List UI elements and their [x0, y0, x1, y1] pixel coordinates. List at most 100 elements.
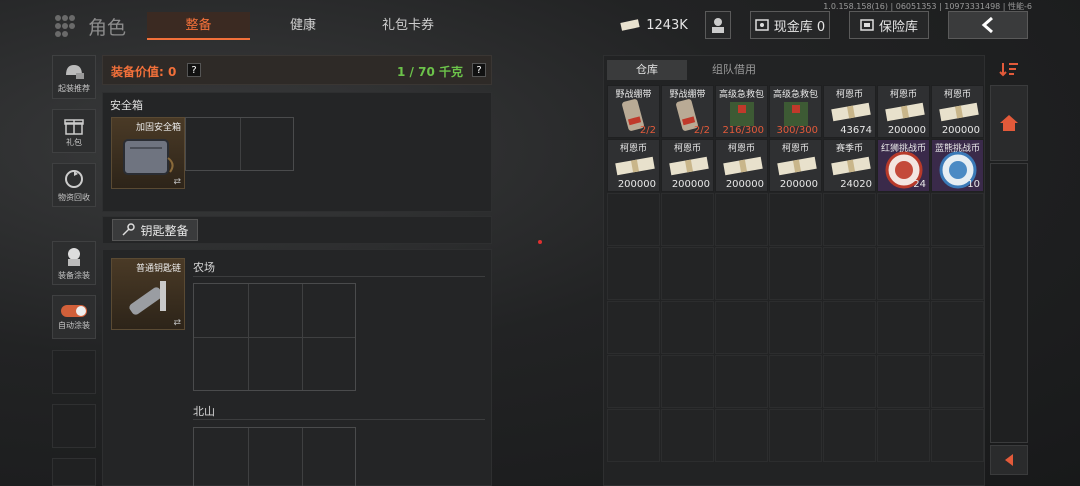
gear-helmet-icon [66, 64, 84, 79]
medkit-icon [730, 102, 754, 126]
weight-label: 1 / 70 千克 [397, 65, 463, 79]
safebox-item[interactable]: 加固安全箱 ⇄ [111, 117, 185, 189]
warehouse-item-name: 柯恩币 [727, 144, 755, 154]
keychain-panel: 普通钥匙链 ⇄ 农场 北山 [102, 249, 492, 486]
warehouse-item[interactable]: 柯恩币 200000 [769, 139, 822, 192]
warehouse-item-name: 柯恩币 [889, 90, 917, 100]
sidebar-item-gift[interactable]: 礼包 [52, 109, 96, 153]
warehouse-empty-slot[interactable] [931, 193, 984, 246]
warehouse-item[interactable]: 红狮挑战币 24 [877, 139, 930, 192]
tab-warehouse[interactable]: 仓库 [607, 60, 687, 80]
warehouse-item[interactable]: 蓝熊挑战币 10 [931, 139, 984, 192]
rail-empty [990, 163, 1028, 443]
warehouse-item[interactable]: 柯恩币 200000 [931, 85, 984, 138]
toggle-icon[interactable] [60, 304, 88, 318]
warehouse-empty-slot[interactable] [931, 301, 984, 354]
warehouse-empty-slot[interactable] [607, 193, 660, 246]
warehouse-item-count: 216/300 [722, 125, 764, 136]
swap-icon[interactable]: ⇄ [173, 177, 181, 187]
warehouse-empty-slot[interactable] [823, 247, 876, 300]
warehouse-empty-slot[interactable] [931, 409, 984, 462]
warehouse-item[interactable]: 高级急救包 300/300 [769, 85, 822, 138]
farm-key-slots[interactable] [193, 283, 356, 391]
warehouse-empty-slot[interactable] [715, 355, 768, 408]
sidebar-item-label: 物资回收 [58, 192, 90, 202]
keys-bar: 钥匙整备 [102, 216, 492, 244]
keychain-item[interactable]: 普通钥匙链 ⇄ [111, 258, 185, 330]
warehouse-empty-slot[interactable] [607, 301, 660, 354]
warehouse-empty-slot[interactable] [877, 247, 930, 300]
cash-stack-icon [777, 156, 817, 176]
warehouse-empty-slot[interactable] [661, 409, 714, 462]
currency-display: 1243K [618, 11, 690, 39]
warehouse-empty-slot[interactable] [877, 409, 930, 462]
swap-icon[interactable]: ⇄ [173, 318, 181, 328]
warehouse-empty-slot[interactable] [823, 301, 876, 354]
warehouse-empty-slot[interactable] [661, 247, 714, 300]
safebox-slot[interactable] [185, 117, 294, 171]
warehouse-empty-slot[interactable] [607, 355, 660, 408]
warehouse-item[interactable]: 柯恩币 43674 [823, 85, 876, 138]
warehouse-empty-slot[interactable] [715, 193, 768, 246]
warehouse-empty-slot[interactable] [823, 355, 876, 408]
safe-vault-button[interactable]: 保险库 [849, 11, 929, 39]
warehouse-empty-slot[interactable] [769, 247, 822, 300]
warehouse-empty-slot[interactable] [715, 247, 768, 300]
warehouse-empty-slot[interactable] [877, 193, 930, 246]
warehouse-item[interactable]: 柯恩币 200000 [661, 139, 714, 192]
warehouse-item[interactable]: 柯恩币 200000 [607, 139, 660, 192]
case-icon [123, 139, 174, 175]
warehouse-item-name: 柯恩币 [943, 90, 971, 100]
sidebar-item-loadout[interactable]: 起装推荐 [52, 55, 96, 99]
home-button[interactable] [990, 85, 1028, 161]
warehouse-item[interactable]: 野战绷带 2/2 [661, 85, 714, 138]
warehouse-item[interactable]: 高级急救包 216/300 [715, 85, 768, 138]
warehouse-empty-slot[interactable] [769, 409, 822, 462]
cash-stack-icon [885, 102, 925, 122]
warehouse-item[interactable]: 柯恩币 200000 [877, 85, 930, 138]
warehouse-empty-slot[interactable] [769, 193, 822, 246]
north-hill-key-slots[interactable] [193, 427, 356, 486]
tab-team-borrow[interactable]: 组队借用 [690, 60, 778, 80]
warehouse-empty-slot[interactable] [661, 355, 714, 408]
warehouse-empty-slot[interactable] [769, 301, 822, 354]
back-button[interactable] [948, 11, 1028, 39]
help-icon[interactable]: ? [472, 63, 486, 77]
warehouse-empty-slot[interactable] [715, 301, 768, 354]
tab-gift-coupons[interactable]: 礼包卡券 [358, 12, 458, 40]
sort-button[interactable] [990, 55, 1028, 83]
warehouse-empty-slot[interactable] [931, 247, 984, 300]
warehouse-empty-slot[interactable] [661, 301, 714, 354]
warehouse-empty-slot[interactable] [769, 355, 822, 408]
warehouse-empty-slot[interactable] [877, 355, 930, 408]
sidebar-item-recycle[interactable]: 物资回收 [52, 163, 96, 207]
tab-health[interactable]: 健康 [258, 12, 348, 40]
sidebar-item-label: 装备涂装 [58, 270, 90, 280]
sidebar-item-auto-skin[interactable]: 自动涂装 [52, 295, 96, 339]
warehouse-item-name: 野战绷带 [615, 90, 652, 100]
warehouse-empty-slot[interactable] [661, 193, 714, 246]
warehouse-empty-slot[interactable] [607, 247, 660, 300]
warehouse-empty-slot[interactable] [931, 355, 984, 408]
warehouse-item[interactable]: 野战绷带 2/2 [607, 85, 660, 138]
sidebar-empty-slot [52, 404, 96, 448]
warehouse-item[interactable]: 赛季币 24020 [823, 139, 876, 192]
warehouse-empty-slot[interactable] [877, 301, 930, 354]
warehouse-item-name: 柯恩币 [619, 144, 647, 154]
collapse-button[interactable] [990, 445, 1028, 475]
safe-vault-label: 保险库 [878, 19, 918, 35]
tab-equip[interactable]: 整备 [147, 12, 250, 40]
warehouse-item[interactable]: 柯恩币 200000 [715, 139, 768, 192]
warehouse-item-count: 200000 [725, 179, 764, 190]
warehouse-item-name: 柯恩币 [835, 90, 863, 100]
cash-vault-button[interactable]: 现金库 0 [750, 11, 830, 39]
key-loadout-button[interactable]: 钥匙整备 [112, 219, 198, 241]
help-icon[interactable]: ? [187, 63, 201, 77]
vendor-button[interactable] [705, 11, 731, 39]
sidebar-item-skin[interactable]: 装备涂装 [52, 241, 96, 285]
warehouse-empty-slot[interactable] [823, 409, 876, 462]
warehouse-empty-slot[interactable] [715, 409, 768, 462]
warehouse-empty-slot[interactable] [823, 193, 876, 246]
warehouse-empty-slot[interactable] [607, 409, 660, 462]
skin-icon [68, 247, 80, 266]
